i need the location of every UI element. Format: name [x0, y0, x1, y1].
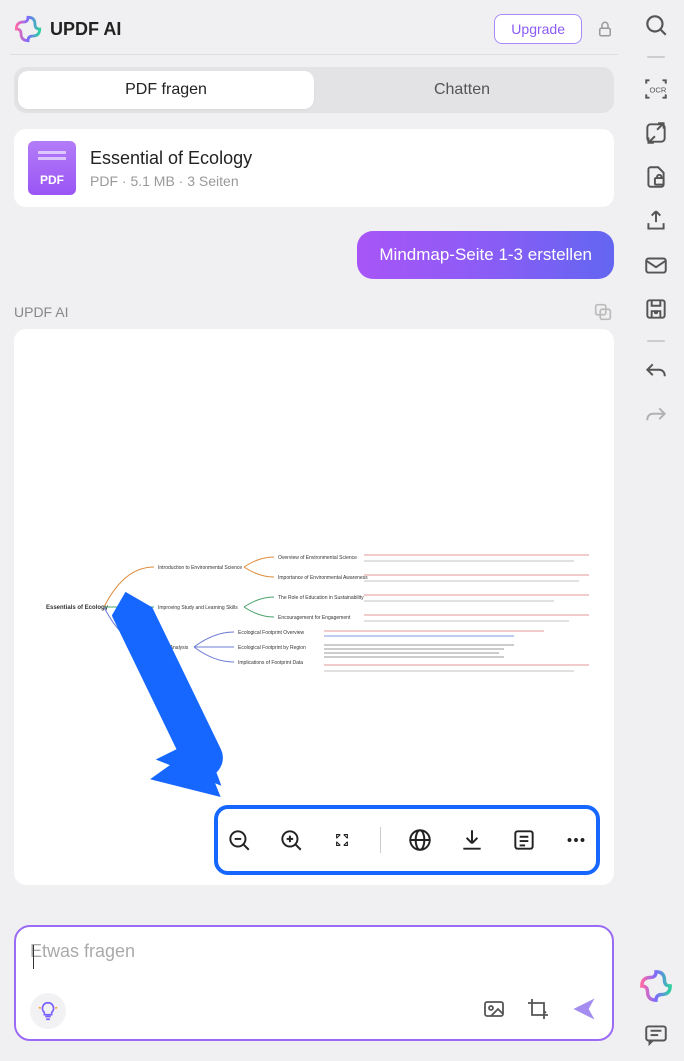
document-title: Essential of Ecology: [90, 148, 252, 169]
mode-tabs: PDF fragen Chatten: [14, 67, 614, 113]
tab-pdf-ask[interactable]: PDF fragen: [18, 71, 314, 109]
mail-icon[interactable]: [643, 252, 669, 278]
assistant-response-card: Essentials of Ecology Introduction to En…: [14, 329, 614, 885]
zoom-out-icon[interactable]: [226, 827, 252, 853]
svg-text:Importance of Environmental Aw: Importance of Environmental Awareness: [278, 575, 368, 581]
svg-text:Improving Study and Learning S: Improving Study and Learning Skills: [158, 605, 238, 611]
send-icon[interactable]: [570, 995, 598, 1028]
save-icon[interactable]: [643, 296, 669, 322]
svg-text:Ecological Footprint by Region: Ecological Footprint by Region: [238, 645, 306, 651]
more-icon[interactable]: [563, 827, 589, 853]
user-message-bubble: Mindmap-Seite 1-3 erstellen: [357, 231, 614, 279]
upgrade-button[interactable]: Upgrade: [494, 14, 582, 44]
crop-icon[interactable]: [526, 997, 550, 1026]
svg-text:Encouragement for Engagement: Encouragement for Engagement: [278, 615, 351, 621]
lock-icon[interactable]: [596, 19, 614, 39]
svg-text:OCR: OCR: [650, 85, 667, 94]
share-icon[interactable]: [643, 208, 669, 234]
pdf-file-icon: [28, 141, 76, 195]
image-attach-icon[interactable]: [482, 997, 506, 1026]
redo-icon[interactable]: [643, 404, 669, 430]
mindmap-toolbar: [214, 805, 600, 875]
svg-text:Essentials of Ecology: Essentials of Ecology: [46, 605, 109, 611]
document-meta: PDF · 5.1 MB · 3 Seiten: [90, 173, 252, 189]
assistant-label: UPDF AI: [14, 304, 68, 320]
protect-icon[interactable]: [643, 164, 669, 190]
undo-icon[interactable]: [643, 360, 669, 386]
mindmap-canvas[interactable]: Essentials of Ecology Introduction to En…: [14, 329, 614, 885]
side-divider: [647, 340, 665, 342]
text-cursor: [33, 945, 34, 969]
download-icon[interactable]: [459, 827, 485, 853]
convert-icon[interactable]: [643, 120, 669, 146]
chat-input-placeholder: Etwas fragen: [30, 941, 598, 965]
zoom-in-icon[interactable]: [278, 827, 304, 853]
chat-input-box[interactable]: Etwas fragen: [14, 925, 614, 1041]
updf-logo-icon[interactable]: [639, 969, 673, 1003]
app-logo-icon: [14, 15, 42, 43]
svg-text:Ecological Footprint Overview: Ecological Footprint Overview: [238, 630, 305, 636]
side-divider: [647, 56, 665, 58]
comments-icon[interactable]: [643, 1021, 669, 1047]
svg-text:Introduction to Environmental: Introduction to Environmental Science: [158, 565, 242, 571]
app-title: UPDF AI: [50, 19, 494, 40]
svg-text:The Role of Education in Susta: The Role of Education in Sustainability: [278, 595, 364, 601]
outline-icon[interactable]: [511, 827, 537, 853]
document-card[interactable]: Essential of Ecology PDF · 5.1 MB · 3 Se…: [14, 129, 614, 207]
tab-chat[interactable]: Chatten: [314, 71, 610, 109]
copy-icon[interactable]: [592, 301, 614, 323]
svg-text:Overview of Environmental Scie: Overview of Environmental Science: [278, 555, 357, 561]
suggestions-icon[interactable]: [30, 993, 66, 1029]
search-icon[interactable]: [643, 12, 669, 38]
toolbar-separator: [380, 827, 381, 853]
ocr-icon[interactable]: OCR: [643, 76, 669, 102]
globe-icon[interactable]: [407, 827, 433, 853]
fit-screen-icon[interactable]: [330, 828, 354, 852]
